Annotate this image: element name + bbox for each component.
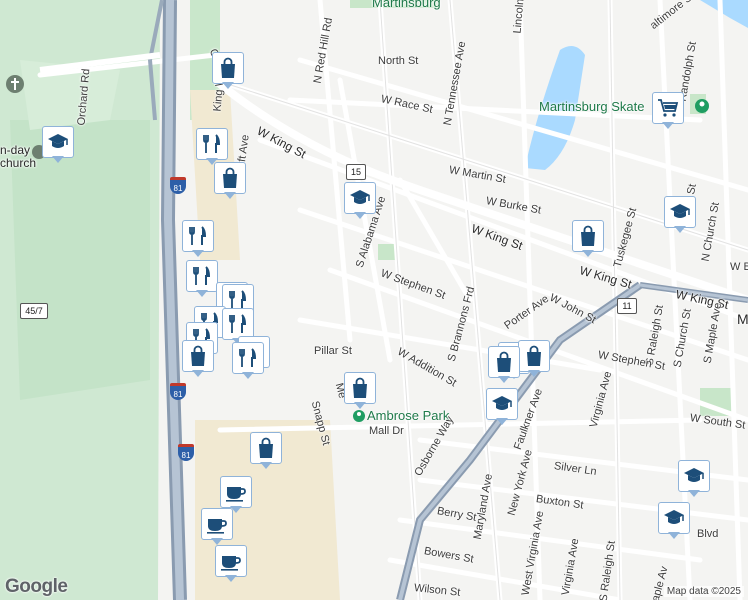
map-pin-school-25[interactable] bbox=[664, 196, 698, 234]
map-attribution[interactable]: Map data ©2025 bbox=[663, 586, 744, 597]
route-45-shield: 45/7 bbox=[20, 303, 48, 319]
map-pin-bag-0[interactable] bbox=[212, 52, 246, 90]
label-pillar-st: Pillar St bbox=[314, 345, 352, 357]
label-ambrose-park: Ambrose Park bbox=[367, 408, 450, 423]
label-martinsburg: Martinsburg bbox=[372, 0, 441, 10]
map-pin-bag-20[interactable] bbox=[250, 432, 284, 470]
map-canvas[interactable]: Martinsburg North St N Red Hill Rd Old M… bbox=[0, 0, 748, 600]
map-pin-bag-18[interactable] bbox=[488, 346, 522, 384]
label-skate-park: Martinsburg Skate bbox=[539, 99, 645, 114]
map-pin-school-4[interactable] bbox=[344, 182, 378, 220]
route-81-shield-2: 81 bbox=[170, 383, 186, 400]
label-blvd: Blvd bbox=[697, 528, 719, 540]
route-11-shield: 11 bbox=[617, 298, 637, 314]
map-pin-bag-17[interactable] bbox=[518, 340, 552, 378]
map-pin-bag-3[interactable] bbox=[214, 162, 248, 200]
map-pin-school-26[interactable] bbox=[678, 460, 712, 498]
label-m-edge: M bbox=[737, 311, 748, 327]
map-pin-school-1[interactable] bbox=[42, 126, 76, 164]
route-15-shield: 15 bbox=[346, 164, 366, 180]
map-pin-cup-22[interactable] bbox=[201, 508, 235, 546]
map-pin-food-6[interactable] bbox=[186, 260, 220, 298]
map-pin-food-14[interactable] bbox=[232, 342, 266, 380]
map-pin-food-5[interactable] bbox=[182, 220, 216, 258]
map-pin-school-27[interactable] bbox=[658, 502, 692, 540]
map-pin-bag-12[interactable] bbox=[182, 340, 216, 378]
map-pin-cup-23[interactable] bbox=[215, 545, 249, 583]
map-pin-school-19[interactable] bbox=[486, 388, 520, 426]
map-pin-bag-15[interactable] bbox=[344, 372, 378, 410]
label-mall-dr: Mall Dr bbox=[369, 425, 404, 437]
label-north-st: North St bbox=[378, 55, 419, 67]
label-church: n-day church bbox=[0, 143, 37, 170]
map-pin-cart-24[interactable] bbox=[652, 92, 686, 130]
label-w-b: W B bbox=[730, 261, 748, 273]
route-81-shield-3: 81 bbox=[178, 444, 194, 461]
google-logo[interactable]: Google bbox=[5, 576, 68, 598]
map-pin-bag-28[interactable] bbox=[572, 220, 606, 258]
map-pin-food-2[interactable] bbox=[196, 128, 230, 166]
route-81-shield-1: 81 bbox=[170, 177, 186, 194]
